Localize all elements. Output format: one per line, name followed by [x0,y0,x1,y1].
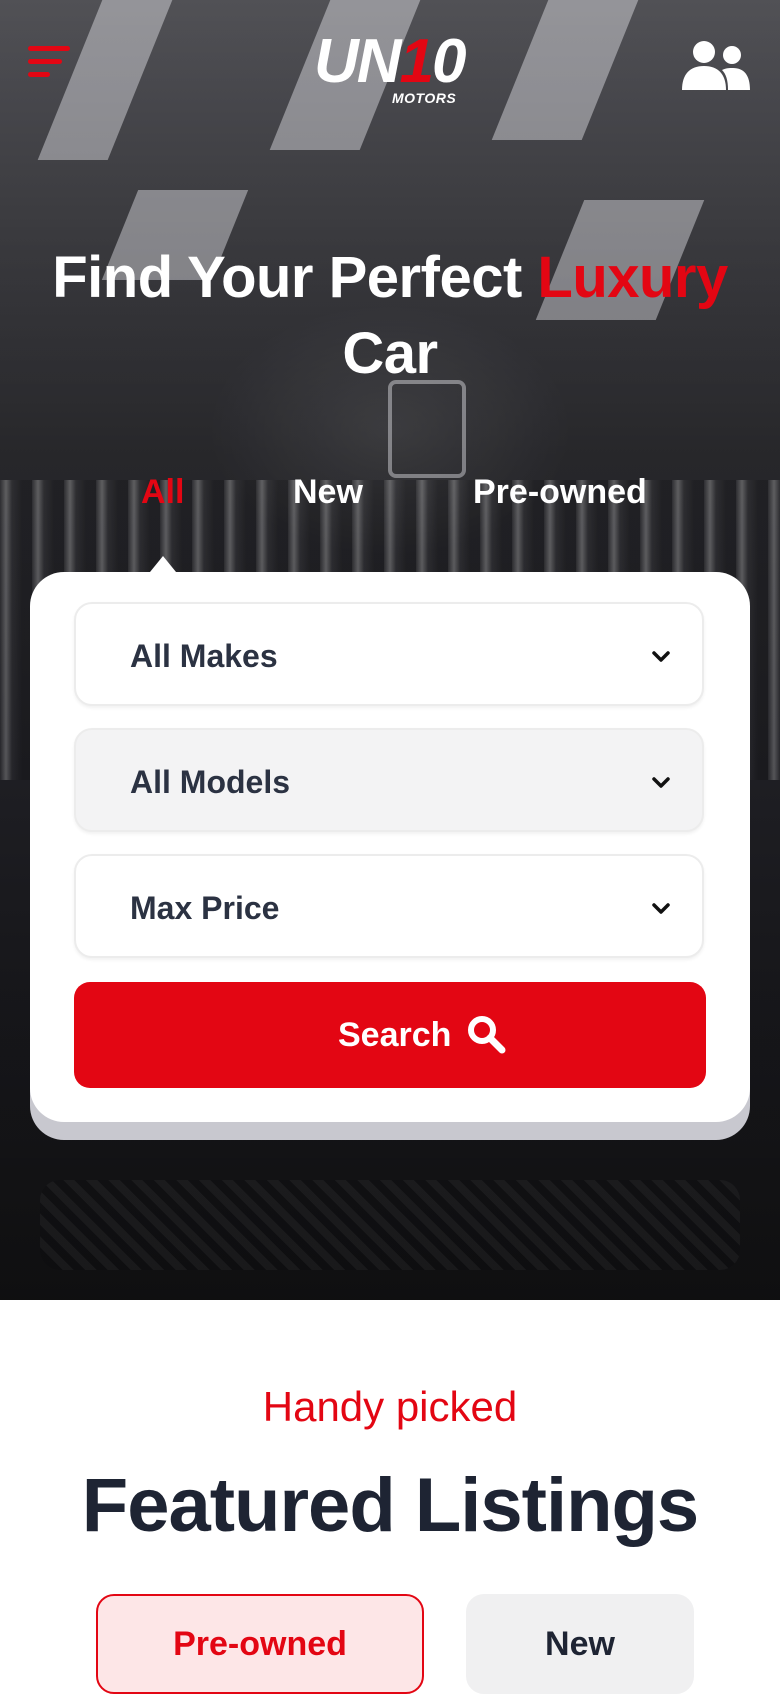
price-select-value: Max Price [130,890,280,926]
users-icon [682,41,750,90]
hamburger-menu-icon [28,46,70,51]
search-button[interactable]: Search [74,982,706,1088]
search-card: All Makes All Models Max Price Search [30,572,750,1122]
tab-pre-owned[interactable]: Pre-owned [473,470,647,514]
section-title: Featured Listings [81,1463,699,1548]
section-kicker: Handy picked [262,1383,518,1430]
hamburger-menu-icon-bar [28,72,50,77]
filter-pre-owned[interactable]: Pre-owned [96,1594,424,1694]
logo-wordmark: UN10 [314,27,467,96]
models-select[interactable]: All Models [74,728,704,832]
price-select[interactable]: Max Price [74,854,704,958]
chevron-down-icon [652,777,670,788]
menu-button[interactable] [28,46,72,80]
hero-title-accent: Luxury [537,245,728,310]
makes-select[interactable]: All Makes [74,602,704,706]
hero-title: Find Your Perfect Luxury Car [52,245,728,386]
active-tab-pointer [150,556,176,572]
tab-new[interactable]: New [293,470,363,514]
filter-new[interactable]: New [466,1594,694,1694]
account-button[interactable] [678,40,752,92]
models-select-value: All Models [130,764,291,800]
brand-logo[interactable]: UN10 MOTORS [310,27,470,107]
makes-select-value: All Makes [130,638,278,674]
logo-subtext: MOTORS [392,90,457,106]
tab-all[interactable]: All [141,470,184,514]
chevron-down-icon [652,903,670,914]
search-button-label: Search [338,1016,452,1054]
chevron-down-icon [652,651,670,662]
hamburger-menu-icon-bar [28,59,62,64]
search-icon [468,1016,506,1054]
